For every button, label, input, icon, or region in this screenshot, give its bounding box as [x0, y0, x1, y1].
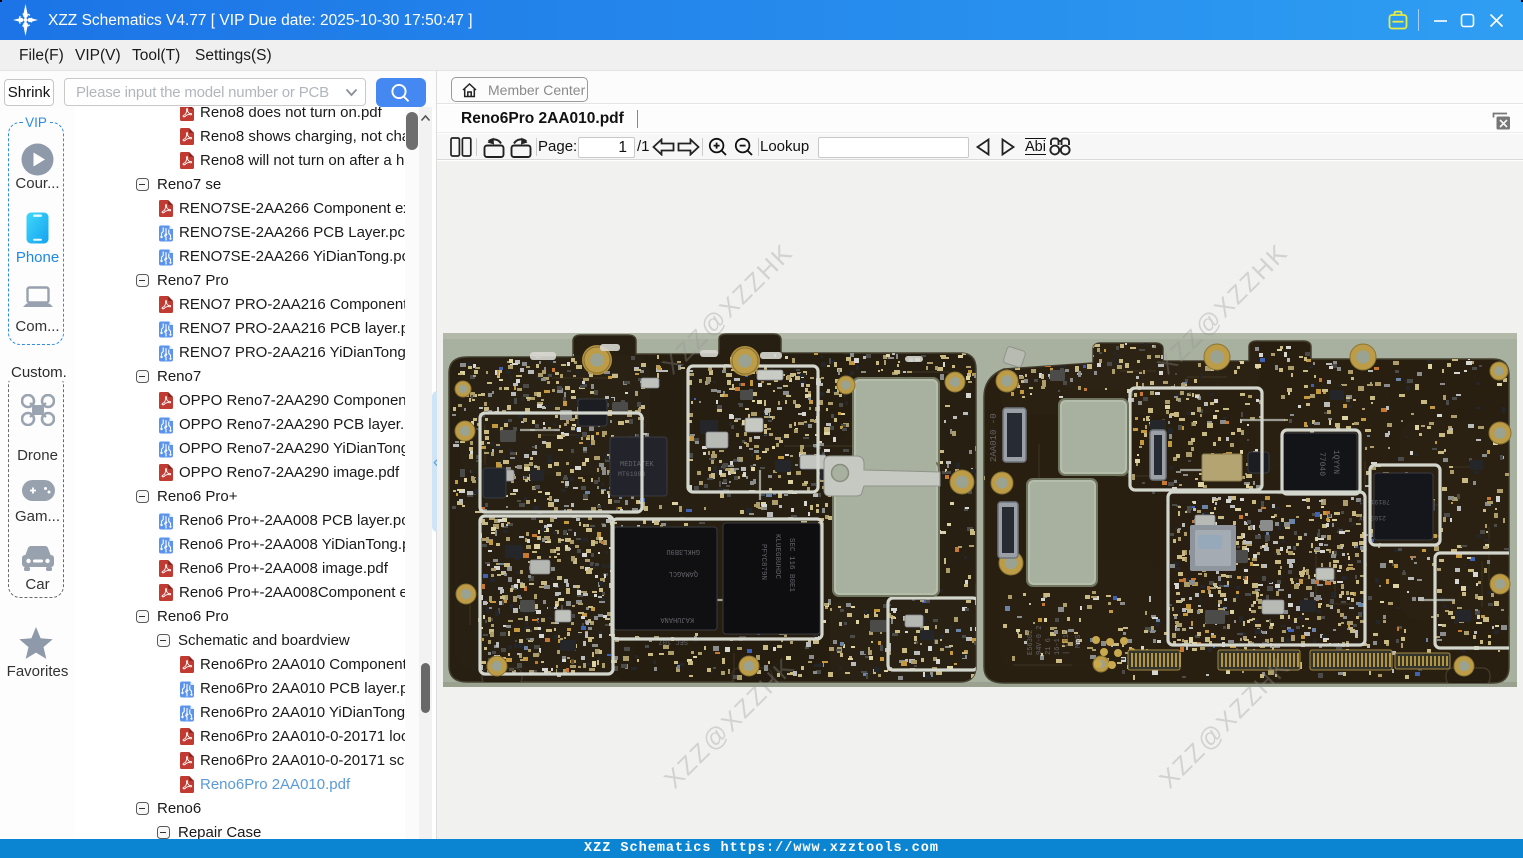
svg-text:21 6: 21 6 — [1045, 638, 1053, 655]
svg-text:E56302: E56302 — [1027, 630, 1035, 655]
svg-text:78191-21: 78191-21 — [1359, 498, 1390, 505]
svg-text:MRS: MRS — [1075, 634, 1083, 648]
svg-text:2AA010 -0: 2AA010 -0 — [989, 413, 999, 462]
svg-text:GHKL3B9U: GHKL3B9U — [666, 547, 700, 555]
svg-text:SEC 116 B0E1: SEC 116 B0E1 — [787, 538, 795, 593]
svg-text:KAJUHANA: KAJUHANA — [660, 615, 694, 623]
svg-text:1QYYN: 1QYYN — [1331, 450, 1340, 474]
svg-text:| C115: | C115 — [1063, 630, 1071, 655]
svg-text:MEDIATEK: MEDIATEK — [620, 461, 654, 469]
svg-text:2103 MX: 2103 MX — [1359, 514, 1386, 521]
svg-text:KLUEG8UHDC: KLUEG8UHDC — [773, 534, 781, 580]
svg-text:77040: 77040 — [1317, 452, 1326, 476]
svg-text:QAMAGCL: QAMAGCL — [669, 569, 698, 577]
svg-text:PFYC879N: PFYC879N — [759, 544, 767, 580]
svg-text:94V-0 2: 94V-0 2 — [1036, 626, 1044, 655]
svg-text:16-1: 16-1 — [1054, 638, 1062, 655]
